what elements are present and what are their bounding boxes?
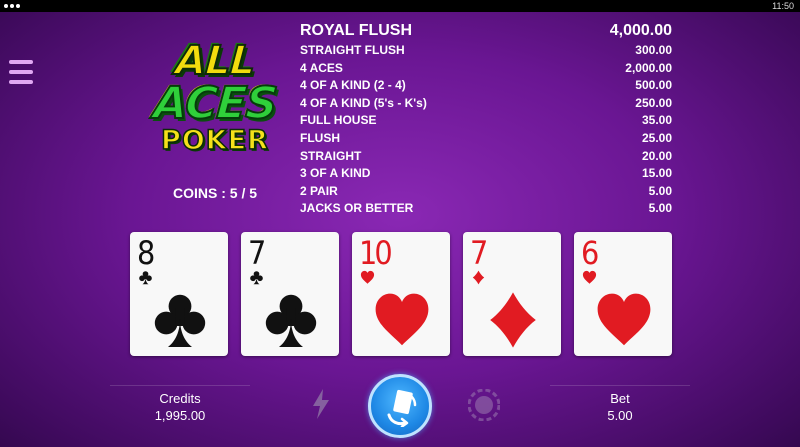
card-rank: 10 [359,234,393,272]
paytable-payout: 15.00 [641,166,672,181]
credits-label: Credits [159,391,201,406]
hearts-suit-icon [360,270,375,284]
paytable-payout: 4,000.00 [609,22,672,39]
coins-value: 5 / 5 [229,185,258,201]
hearts-suit-icon [582,270,597,284]
paytable-hand: 4 ACES [300,60,343,75]
paytable-payout: 2,000.00 [625,60,672,75]
paytable-payout: 20.00 [641,148,672,163]
lightning-bolt-icon[interactable] [311,389,331,419]
paytable-row: ROYAL FLUSH 4,000.00 [300,20,672,42]
paytable-hand: 4 OF A KIND (5's - K's) [300,95,427,110]
playing-card[interactable]: 7 [241,232,339,356]
credits-value: 1,995.00 [154,408,206,423]
card-rank: 7 [470,234,488,272]
deal-cards-icon [387,389,417,427]
playing-card[interactable]: 8 [130,232,228,356]
paytable-row: STRAIGHT 20.00 [300,148,672,166]
paytable-payout: 250.00 [635,95,672,110]
paytable-row: FLUSH 25.00 [300,130,672,148]
card-rank: 6 [581,234,599,272]
credits-display: Credits 1,995.00 [110,385,250,424]
paytable-hand: ROYAL FLUSH [300,22,413,39]
clock: 11:50 [772,1,794,11]
paytable-payout: 35.00 [641,113,672,128]
clubs-suit-icon [139,271,152,285]
hearts-suit-icon [375,293,429,346]
logo-line-3: POKER [160,125,269,157]
poker-chip-icon[interactable] [468,389,500,421]
paytable-payout: 500.00 [635,78,672,93]
paytable-row: STRAIGHT FLUSH 300.00 [300,42,672,60]
card-hand: 8 7 10 7 6 [130,232,672,356]
bet-value: 5.00 [607,408,633,423]
game-logo: ALL ACES POKER [140,37,290,170]
card-rank: 7 [248,234,266,272]
coins-display: COINS : 5 / 5 [140,185,290,201]
diamonds-suit-icon [472,270,485,285]
status-bar: 11:50 [0,0,800,12]
clubs-suit-icon [265,294,317,347]
playing-card[interactable]: 10 [352,232,450,356]
paytable-payout: 300.00 [635,43,672,57]
paytable-payout: 25.00 [641,130,672,145]
diamonds-suit-icon [490,292,536,348]
paytable-payout: 5.00 [648,183,672,198]
paytable-hand: 4 OF A KIND (2 - 4) [300,78,406,93]
paytable-row: 4 OF A KIND (2 - 4) 500.00 [300,77,672,95]
logo-line-2: ACES [151,77,279,130]
coins-label: COINS : [172,185,226,201]
playing-card[interactable]: 6 [574,232,672,356]
card-rank: 8 [137,234,155,272]
paytable-row: 2 PAIR 5.00 [300,183,672,201]
hamburger-menu-icon[interactable] [9,60,33,84]
bet-label: Bet [610,391,630,406]
paytable-hand: FULL HOUSE [300,113,377,128]
paytable-row: 4 ACES 2,000.00 [300,60,672,78]
more-dots-icon[interactable] [4,1,24,11]
paytable-row: FULL HOUSE 35.00 [300,112,672,130]
paytable-row: 4 OF A KIND (5's - K's) 250.00 [300,95,672,113]
deal-button[interactable] [368,374,432,438]
paytable-row: JACKS OR BETTER 5.00 [300,200,672,218]
paytable-hand: 2 PAIR [300,183,338,198]
paytable-payout: 5.00 [648,201,672,216]
paytable-hand: FLUSH [300,130,340,145]
clubs-suit-icon [154,294,206,347]
paytable-hand: STRAIGHT FLUSH [300,43,405,57]
paytable-hand: STRAIGHT [300,148,362,163]
paytable: ROYAL FLUSH 4,000.00 STRAIGHT FLUSH 300.00 4… [300,20,672,218]
hearts-suit-icon [597,293,651,346]
logo-line-1: ALL [173,37,257,85]
clubs-suit-icon [250,271,263,285]
bet-display: Bet 5.00 [550,385,690,424]
paytable-hand: JACKS OR BETTER [300,201,414,216]
paytable-row: 3 OF A KIND 15.00 [300,165,672,183]
paytable-hand: 3 OF A KIND [300,166,371,181]
playing-card[interactable]: 7 [463,232,561,356]
